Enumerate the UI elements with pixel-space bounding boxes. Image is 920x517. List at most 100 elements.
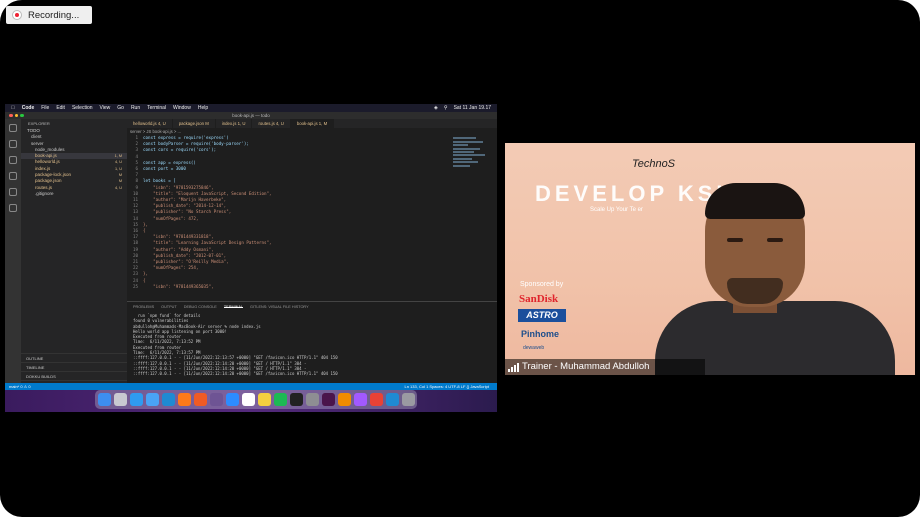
menu-edit[interactable]: Edit [56, 105, 65, 111]
trainer-hair [705, 183, 805, 219]
file-name: package.json [35, 178, 62, 184]
sponsor-pinhome: Pinhome [521, 329, 560, 339]
file-tree-item[interactable]: .gitignore [21, 191, 127, 197]
trainer-eye-right [767, 238, 783, 242]
extensions-icon[interactable] [9, 188, 17, 196]
trainer-eye-left [727, 238, 743, 242]
activity-bar [5, 119, 21, 389]
code-editor: helloworld.js 4, U package.json M index.… [127, 119, 497, 307]
panel-tab-problems[interactable]: PROBLEMS [133, 305, 154, 309]
explorer-header: EXPLORER [28, 121, 50, 126]
source-control-icon[interactable] [9, 156, 17, 164]
techno-logo: TechnoS [632, 158, 676, 170]
minimap[interactable] [453, 136, 491, 196]
signal-bars-icon [508, 362, 519, 372]
tab-package-json[interactable]: package.json M [173, 119, 216, 128]
window-titlebar: book-api.js — todo [5, 112, 497, 119]
search-icon[interactable]: ⚲ [444, 105, 448, 111]
menu-go[interactable]: Go [117, 105, 124, 111]
figma-icon[interactable] [353, 393, 367, 406]
explorer-sidebar: EXPLORER TODO client server node_modules boo… [21, 119, 127, 389]
panel-tab-gitlens[interactable]: GITLENS: VISUAL FILE HISTORY [250, 305, 309, 309]
calendar-icon[interactable] [241, 393, 255, 406]
menu-clock: Sat 11 Jan 19.17 [453, 105, 491, 111]
line-number: 25 [132, 283, 138, 289]
vlc-icon[interactable] [337, 393, 351, 406]
finder-icon[interactable] [97, 393, 111, 406]
code-area[interactable]: 1 const express = require('express') 2 cons… [127, 135, 447, 307]
file-name: index.js [35, 165, 51, 171]
menu-selection[interactable]: Selection [72, 105, 93, 111]
banner-subheadline: Scale Up Your Te er [590, 207, 643, 213]
file-name: package-lock.json [35, 172, 72, 178]
section-dokku-builds[interactable]: DOKKU BUILDS [21, 371, 127, 380]
notes-icon[interactable] [257, 393, 271, 406]
menu-run[interactable]: Run [131, 105, 140, 111]
section-outline[interactable]: OUTLINE [21, 353, 127, 362]
recording-label: Recording... [28, 9, 80, 21]
line-text: "numOfPages": 472, [143, 215, 199, 221]
file-tree: TODO client server node_modules book-api.js 1… [21, 128, 127, 197]
launchpad-icon[interactable] [113, 393, 127, 406]
panel-tabs: PROBLEMS OUTPUT DEBUG CONSOLE TERMINAL G… [127, 302, 497, 311]
panel-tab-terminal[interactable]: TERMINAL [223, 305, 244, 309]
settings-icon[interactable] [305, 393, 319, 406]
meeting-frame: Recording...  Code File Edit Selection … [0, 0, 920, 517]
panel-tab-output[interactable]: OUTPUT [161, 305, 177, 309]
file-name: .gitignore [35, 190, 54, 196]
tab-routes[interactable]: routes.js 4, U [252, 119, 291, 128]
status-right[interactable]: Ln 133, Col 1 Spaces: 4 UTF-8 LF {} Java… [405, 383, 498, 390]
files-icon[interactable] [9, 124, 17, 132]
breadcrumb[interactable]: server > JS book-api.js > ... [127, 128, 497, 135]
trash-icon[interactable] [401, 393, 415, 406]
menu-terminal[interactable]: Terminal [147, 105, 166, 111]
zoom-icon[interactable] [225, 393, 239, 406]
github-icon[interactable] [209, 393, 223, 406]
tab-index[interactable]: index.js 1, U [216, 119, 253, 128]
recording-indicator: Recording... [6, 6, 92, 24]
search-icon[interactable] [9, 140, 17, 148]
sponsor-astro: ASTRO [518, 309, 566, 322]
tab-helloworld[interactable]: helloworld.js 4, U [127, 119, 173, 128]
section-timeline[interactable]: TIMELINE [21, 362, 127, 371]
screen-share:  Code File Edit Selection View Go Run T… [5, 104, 497, 412]
sponsor-dewaweb: dewaweb [523, 345, 545, 351]
trainer-name: Trainer - Muhammad Abdulloh [522, 361, 650, 372]
menu-file[interactable]: File [41, 105, 49, 111]
menu-view[interactable]: View [100, 105, 111, 111]
trainer-person [655, 183, 895, 375]
window-title: book-api.js — todo [232, 113, 270, 118]
firefox-icon[interactable] [177, 393, 191, 406]
record-icon [12, 10, 22, 20]
menu-window[interactable]: Window [173, 105, 191, 111]
run-debug-icon[interactable] [9, 172, 17, 180]
remote-icon[interactable] [9, 204, 17, 212]
file-name: TODO [27, 128, 40, 133]
mac-menu-bar:  Code File Edit Selection View Go Run T… [5, 104, 497, 112]
panel-tab-debug-console[interactable]: DEBUG CONSOLE [184, 305, 217, 309]
terminal-output[interactable]: run `npm fund` for details found 0 vulner… [127, 311, 497, 379]
tab-book-api[interactable]: book-api.js 1, M [290, 119, 335, 128]
code-line[interactable]: 25 "isbn": "9781449365035", [127, 284, 447, 290]
menu-help[interactable]: Help [198, 105, 208, 111]
terminal-icon[interactable] [289, 393, 303, 406]
spotify-icon[interactable] [273, 393, 287, 406]
apple-icon[interactable]:  [11, 105, 15, 111]
wifi-icon[interactable]: ◈ [434, 105, 438, 111]
slack-icon[interactable] [321, 393, 335, 406]
file-name: routes.js [35, 184, 53, 190]
line-text: const cors = require('cors'); [143, 147, 217, 153]
mac-dock [95, 390, 417, 409]
chrome-icon[interactable] [369, 393, 383, 406]
safari-icon[interactable] [129, 393, 143, 406]
status-left[interactable]: main* 0 ⚠ 0 [9, 383, 31, 390]
vscode-icon[interactable] [161, 393, 175, 406]
line-text: const port = 3000 [143, 166, 186, 172]
trainer-video: TechnoS DEVELOP KSHOP Scale Up Your Te e… [505, 143, 915, 375]
line-text: "numOfPages": 254, [143, 265, 199, 271]
sponsor-label: Sponsored by [520, 281, 564, 288]
postman-icon[interactable] [193, 393, 207, 406]
mail-icon[interactable] [145, 393, 159, 406]
menu-code[interactable]: Code [22, 105, 35, 111]
vscode-2-icon[interactable] [385, 393, 399, 406]
